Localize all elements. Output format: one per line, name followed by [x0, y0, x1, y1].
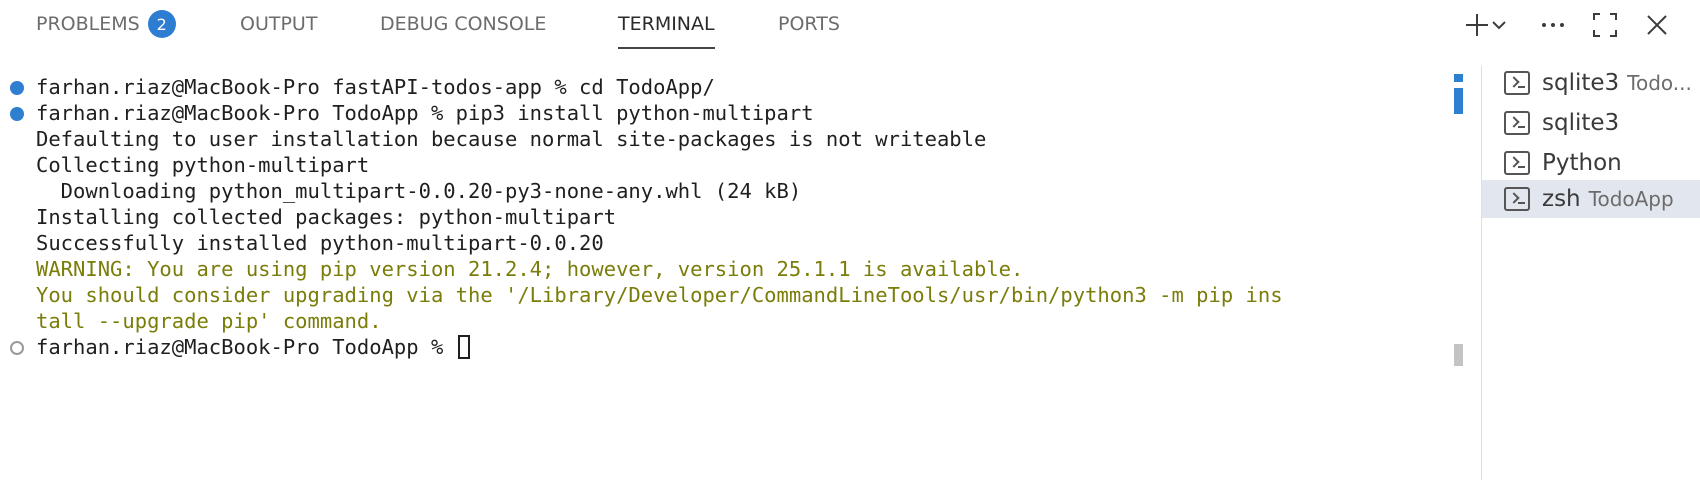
- chevron-down-icon: [1492, 21, 1506, 30]
- terminal-prompt: farhan.riaz@MacBook-Pro TodoApp %: [36, 335, 456, 359]
- tab-problems[interactable]: PROBLEMS 2: [36, 0, 176, 48]
- command-pending-marker[interactable]: [10, 341, 24, 355]
- scrollbar-decoration: [1454, 74, 1463, 82]
- terminal-line: farhan.riaz@MacBook-Pro fastAPI-todos-ap…: [36, 75, 715, 99]
- terminal-tab-zsh[interactable]: zsh TodoApp: [1482, 180, 1700, 218]
- terminal-tab-name: sqlite3: [1542, 110, 1620, 136]
- terminal-tab-description: TodoApp: [1588, 187, 1674, 211]
- terminal-tabs-list: sqlite3 Todo... sqlite3 Python zsh TodoA…: [1482, 64, 1700, 480]
- terminal-line: Defaulting to user installation because …: [36, 127, 987, 151]
- problems-count-badge: 2: [147, 10, 176, 38]
- terminal-tab-sqlite3[interactable]: sqlite3: [1482, 104, 1700, 142]
- terminal-icon: [1504, 151, 1530, 175]
- terminal-line: Installing collected packages: python-mu…: [36, 205, 617, 229]
- panel-tab-bar: PROBLEMS 2 OUTPUT DEBUG CONSOLE TERMINAL…: [0, 0, 1700, 52]
- terminal-tab-python[interactable]: Python: [1482, 144, 1700, 182]
- terminal-scrollbar[interactable]: [1453, 72, 1463, 372]
- panel-actions: [1440, 8, 1700, 44]
- plus-icon: [1466, 14, 1488, 36]
- terminal-tab-name: zsh: [1542, 186, 1581, 212]
- terminal-warning-line: You should consider upgrading via the '/…: [36, 283, 1283, 307]
- tab-ports-label: PORTS: [778, 13, 840, 35]
- scrollbar-decoration: [1454, 88, 1463, 114]
- terminal-warning-line: tall --upgrade pip' command.: [36, 309, 382, 333]
- command-success-marker[interactable]: [10, 107, 24, 121]
- tab-debug-console-label: DEBUG CONSOLE: [380, 13, 547, 35]
- tab-terminal-label: TERMINAL: [618, 13, 715, 35]
- tab-output-label: OUTPUT: [240, 13, 318, 35]
- terminal-line: farhan.riaz@MacBook-Pro TodoApp % pip3 i…: [36, 101, 814, 125]
- tab-problems-label: PROBLEMS: [36, 13, 140, 35]
- terminal-tab-name: sqlite3: [1542, 70, 1620, 96]
- terminal-icon: [1504, 187, 1530, 211]
- terminal-line: Downloading python_multipart-0.0.20-py3-…: [36, 179, 802, 203]
- terminal-tab-description: Todo...: [1627, 71, 1692, 95]
- maximize-icon: [1593, 13, 1617, 37]
- more-actions-button[interactable]: [1536, 8, 1570, 42]
- terminal-icon: [1504, 71, 1530, 95]
- tab-terminal[interactable]: TERMINAL: [618, 0, 715, 49]
- terminal-output[interactable]: farhan.riaz@MacBook-Pro fastAPI-todos-ap…: [0, 64, 1450, 480]
- terminal-warning-line: WARNING: You are using pip version 21.2.…: [36, 257, 1024, 281]
- command-success-marker[interactable]: [10, 81, 24, 95]
- terminal-line: Successfully installed python-multipart-…: [36, 231, 604, 255]
- tab-debug-console[interactable]: DEBUG CONSOLE: [380, 0, 546, 48]
- more-icon: [1542, 23, 1564, 27]
- close-icon: [1647, 15, 1667, 35]
- terminal-line: Collecting python-multipart: [36, 153, 370, 177]
- tab-ports[interactable]: PORTS: [778, 0, 840, 48]
- scrollbar-thumb[interactable]: [1454, 344, 1463, 366]
- terminal-tab-name: Python: [1542, 150, 1622, 176]
- terminal-prompt-line: farhan.riaz@MacBook-Pro TodoApp %: [36, 334, 470, 360]
- tab-output[interactable]: OUTPUT: [240, 0, 317, 48]
- maximize-panel-button[interactable]: [1588, 8, 1622, 42]
- terminal-tab-sqlite3-todo[interactable]: sqlite3 Todo...: [1482, 64, 1700, 102]
- terminal-icon: [1504, 111, 1530, 135]
- terminal-cursor: [457, 335, 470, 359]
- launch-profile-button[interactable]: [1488, 8, 1510, 42]
- close-panel-button[interactable]: [1640, 8, 1674, 42]
